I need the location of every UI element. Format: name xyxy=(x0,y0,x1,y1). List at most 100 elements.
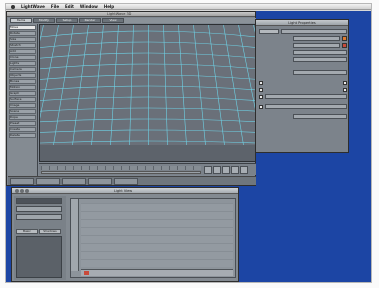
tool-bones[interactable]: Bones xyxy=(9,79,36,84)
status-position[interactable] xyxy=(10,178,34,185)
affect-specular-checkbox[interactable] xyxy=(343,80,347,85)
graph-plot-area[interactable] xyxy=(81,203,233,267)
layout-window: LightWave 3D Items Modify Setup Render V… xyxy=(6,11,256,186)
graph-y-axis xyxy=(71,199,79,271)
light-view-window: Light View Basic Shadows xyxy=(11,187,239,282)
tab-setup[interactable]: Setup xyxy=(56,18,78,23)
light-color-field[interactable] xyxy=(293,36,340,41)
forward-button[interactable] xyxy=(231,166,239,174)
tab-render[interactable]: Render xyxy=(79,18,101,23)
tab-basic[interactable]: Basic xyxy=(16,229,38,234)
tool-clone[interactable]: Clone xyxy=(9,55,36,60)
tool-preset[interactable]: Preset xyxy=(9,121,36,126)
light-name-field[interactable] xyxy=(281,29,347,34)
playback-controls xyxy=(204,166,248,174)
close-icon[interactable] xyxy=(15,189,19,193)
layout-window-titlebar[interactable]: LightWave 3D xyxy=(7,12,255,17)
tool-graph[interactable]: Graph xyxy=(9,91,36,96)
apple-menu-icon[interactable] xyxy=(11,4,15,9)
status-grid[interactable] xyxy=(36,178,60,185)
light-properties-panel: Light Properties xyxy=(255,19,349,153)
status-bar xyxy=(8,176,256,185)
affect-diffuse-checkbox[interactable] xyxy=(259,80,263,85)
graph-x-axis xyxy=(81,269,233,276)
light-view-sidebar: Basic Shadows xyxy=(14,196,66,280)
light-intensity-field[interactable] xyxy=(293,43,340,48)
zoom-icon[interactable] xyxy=(25,189,29,193)
tool-size[interactable]: Size xyxy=(9,37,36,42)
prop-row-options-2 xyxy=(259,87,347,92)
timeline xyxy=(39,163,256,175)
lens-flare-options-button[interactable] xyxy=(265,94,347,99)
light-graph-panel xyxy=(70,198,236,278)
tool-create[interactable]: Create xyxy=(9,127,36,132)
viewport-grid xyxy=(40,25,255,161)
lens-flare-checkbox[interactable] xyxy=(259,94,263,99)
falloff-select[interactable] xyxy=(293,50,347,55)
affect-opengl-label xyxy=(265,87,341,92)
light-view-select[interactable] xyxy=(16,198,62,204)
light-view-title: Light View xyxy=(114,189,133,193)
affect-opengl-checkbox[interactable] xyxy=(259,87,263,92)
light-list[interactable] xyxy=(16,236,62,278)
affect-caustics-checkbox[interactable] xyxy=(343,87,347,92)
menu-edit[interactable]: Edit xyxy=(65,4,74,9)
tool-rotate[interactable]: Rotate xyxy=(9,31,36,36)
menu-file[interactable]: File xyxy=(51,4,59,9)
light-select-button[interactable] xyxy=(259,29,279,34)
tool-stretch[interactable]: Stretch xyxy=(9,43,36,48)
frame-slider[interactable] xyxy=(41,171,201,174)
tab-items[interactable]: Items xyxy=(10,18,32,23)
layout-tabs: Items Modify Setup Render View xyxy=(8,18,256,23)
menu-app-name[interactable]: LightWave xyxy=(21,4,45,9)
menu-help[interactable]: Help xyxy=(104,4,114,9)
tool-camera[interactable]: Camera xyxy=(9,67,36,72)
tool-lights[interactable]: Lights xyxy=(9,61,36,66)
light-properties-title[interactable]: Light Properties xyxy=(256,20,348,26)
tool-delete[interactable]: Delete xyxy=(9,133,36,138)
light-view-field-1[interactable] xyxy=(16,206,62,212)
tool-scene[interactable]: Scene xyxy=(9,109,36,114)
volumetric-options-button[interactable] xyxy=(265,104,347,109)
tab-modify[interactable]: Modify xyxy=(33,18,55,23)
prop-row-volumetric xyxy=(259,104,347,109)
rewind-button[interactable] xyxy=(204,166,212,174)
prop-row-color xyxy=(259,36,347,41)
light-type-select[interactable] xyxy=(293,70,347,75)
intensity-envelope-icon[interactable] xyxy=(342,43,347,48)
minimize-icon[interactable] xyxy=(20,189,24,193)
prop-row-options-3 xyxy=(259,94,347,99)
status-items[interactable] xyxy=(62,178,86,185)
tab-view[interactable]: View xyxy=(102,18,124,23)
tool-dope[interactable]: Dope xyxy=(9,115,36,120)
volumetric-checkbox[interactable] xyxy=(259,104,263,109)
range-field[interactable] xyxy=(293,57,347,62)
prop-row-shadow xyxy=(259,114,347,119)
prop-row-range xyxy=(259,57,347,62)
current-frame-marker[interactable] xyxy=(84,271,89,275)
perspective-viewport[interactable] xyxy=(39,24,256,162)
tab-shadows[interactable]: Shadows xyxy=(39,229,61,234)
key-button[interactable] xyxy=(240,166,248,174)
light-view-titlebar[interactable]: Light View xyxy=(12,188,238,194)
tool-image[interactable]: Image xyxy=(9,103,36,108)
light-view-field-2[interactable] xyxy=(16,214,62,220)
tool-surface[interactable]: Surface xyxy=(9,97,36,102)
tool-motion[interactable]: Motion xyxy=(9,85,36,90)
light-color-swatch[interactable] xyxy=(342,36,347,41)
layout-window-title: LightWave 3D xyxy=(107,12,132,16)
affect-diffuse-label xyxy=(265,80,341,85)
light-view-tabs: Basic Shadows xyxy=(16,229,61,234)
timeline-ruler[interactable] xyxy=(41,166,201,170)
status-undo[interactable] xyxy=(114,178,138,185)
prop-row-falloff xyxy=(259,50,347,55)
menu-window[interactable]: Window xyxy=(80,4,98,9)
play-button[interactable] xyxy=(213,166,221,174)
tool-sidebar: Move Rotate Size Stretch Add Clone Light… xyxy=(8,24,38,182)
shadow-type-select[interactable] xyxy=(293,114,347,119)
tool-objects[interactable]: Objects xyxy=(9,73,36,78)
tool-add[interactable]: Add xyxy=(9,49,36,54)
stop-button[interactable] xyxy=(222,166,230,174)
status-auto-key[interactable] xyxy=(88,178,112,185)
tool-move[interactable]: Move xyxy=(9,25,36,30)
